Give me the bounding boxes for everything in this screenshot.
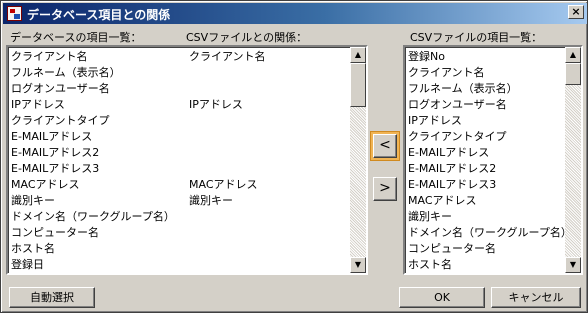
- csv-field-name: ログオンユーザー名: [408, 98, 507, 111]
- csv-field-row[interactable]: 登録No: [407, 49, 565, 65]
- csv-field-name: MACアドレス: [408, 194, 477, 207]
- csv-field-name: E-MAILアドレス3: [408, 178, 497, 191]
- db-field-name: E-MAILアドレス2: [11, 146, 100, 159]
- csv-field-name: ドメイン名（ワークグループ名）: [408, 226, 572, 239]
- scroll-down-button[interactable]: ▼: [350, 257, 366, 273]
- csv-field-name: IPアドレス: [408, 114, 462, 127]
- db-field-name: 登録日: [11, 258, 44, 271]
- csv-field-list[interactable]: 登録No クライアント名フルネーム（表示名） ログオンユーザー名 IPアドレスクライア…: [403, 45, 583, 275]
- db-field-row[interactable]: ホスト名: [10, 241, 350, 257]
- db-field-row[interactable]: E-MAILアドレス2: [10, 145, 350, 161]
- csv-field-row[interactable]: クライアントタイプ: [407, 129, 565, 145]
- move-left-button[interactable]: <: [373, 134, 397, 158]
- db-field-name: E-MAILアドレス3: [11, 162, 100, 175]
- db-field-rows: クライアント名 クライアント名 フルネーム（表示名） ログオンユーザー名 IPアドレス I…: [10, 49, 350, 273]
- db-field-row[interactable]: E-MAILアドレス: [10, 129, 350, 145]
- db-field-name: クライアント名: [11, 50, 88, 63]
- db-field-row[interactable]: IPアドレス IPアドレス: [10, 97, 350, 113]
- csv-field-name: コンピューター名: [408, 242, 496, 255]
- db-field-name: E-MAILアドレス: [11, 130, 93, 143]
- dialog-window: データベース項目との関係 × データベースの項目一覧： CSVファイルとの関係：…: [0, 0, 588, 313]
- csv-field-row[interactable]: フルネーム（表示名）: [407, 81, 565, 97]
- csv-relation-value: MACアドレス: [189, 178, 258, 191]
- csv-field-name: 登録No: [408, 50, 445, 63]
- auto-select-button[interactable]: 自動選択: [9, 287, 95, 308]
- csv-list-label: CSVファイルの項目一覧：: [410, 31, 543, 44]
- csv-field-name: E-MAILアドレス: [408, 146, 490, 159]
- csv-field-name: ホスト名: [408, 258, 452, 271]
- db-field-row[interactable]: 登録日: [10, 257, 350, 273]
- csv-relation-value: クライアント名: [189, 50, 266, 63]
- scroll-up-button[interactable]: ▲: [350, 47, 366, 63]
- scroll-down-button[interactable]: ▼: [565, 257, 581, 273]
- db-list-scrollbar[interactable]: ▲ ▼: [350, 47, 366, 273]
- csv-field-row[interactable]: ログオンユーザー名: [407, 97, 565, 113]
- scroll-thumb[interactable]: [565, 63, 581, 85]
- db-field-row[interactable]: MACアドレス MACアドレス: [10, 177, 350, 193]
- db-field-row[interactable]: クライアントタイプ: [10, 113, 350, 129]
- db-field-row[interactable]: E-MAILアドレス3: [10, 161, 350, 177]
- db-field-name: IPアドレス: [11, 98, 65, 111]
- csv-field-row[interactable]: MACアドレス: [407, 193, 565, 209]
- db-field-name: MACアドレス: [11, 178, 80, 191]
- csv-field-row[interactable]: IPアドレス: [407, 113, 565, 129]
- scroll-up-button[interactable]: ▲: [565, 47, 581, 63]
- csv-field-row[interactable]: E-MAILアドレス3: [407, 177, 565, 193]
- cancel-button[interactable]: キャンセル: [491, 287, 581, 308]
- db-field-row[interactable]: 識別キー 識別キー: [10, 193, 350, 209]
- db-field-name: クライアントタイプ: [11, 114, 110, 127]
- db-field-row[interactable]: クライアント名 クライアント名: [10, 49, 350, 65]
- db-field-row[interactable]: ドメイン名（ワークグループ名）: [10, 209, 350, 225]
- ok-button[interactable]: OK: [399, 287, 485, 308]
- db-field-name: フルネーム（表示名）: [11, 66, 121, 79]
- csv-field-rows: 登録No クライアント名フルネーム（表示名） ログオンユーザー名 IPアドレスクライア…: [407, 49, 572, 273]
- csv-list-scrollbar[interactable]: ▲ ▼: [565, 47, 581, 273]
- window-title: データベース項目との関係: [27, 8, 171, 22]
- csv-field-row[interactable]: クライアント名: [407, 65, 565, 81]
- title-bar[interactable]: データベース項目との関係 ×: [3, 3, 587, 24]
- csv-field-row[interactable]: コンピューター名: [407, 241, 565, 257]
- db-field-name: ログオンユーザー名: [11, 82, 110, 95]
- csv-field-row[interactable]: ドメイン名（ワークグループ名）: [407, 225, 572, 241]
- db-field-name: ドメイン名（ワークグループ名）: [11, 210, 175, 223]
- csv-relation-value: 識別キー: [189, 194, 233, 207]
- move-right-button[interactable]: >: [373, 177, 397, 201]
- db-field-row[interactable]: フルネーム（表示名）: [10, 65, 350, 81]
- csv-field-row[interactable]: E-MAILアドレス: [407, 145, 565, 161]
- csv-field-row[interactable]: ホスト名: [407, 257, 565, 273]
- db-field-name: 識別キー: [11, 194, 55, 207]
- db-field-name: ホスト名: [11, 242, 55, 255]
- csv-field-row[interactable]: E-MAILアドレス2: [407, 161, 565, 177]
- csv-field-name: E-MAILアドレス2: [408, 162, 497, 175]
- db-field-name: コンピューター名: [11, 226, 99, 239]
- db-field-row[interactable]: ログオンユーザー名: [10, 81, 350, 97]
- close-button[interactable]: ×: [568, 5, 584, 19]
- csv-field-row[interactable]: 識別キー: [407, 209, 565, 225]
- csv-relation-value: IPアドレス: [189, 98, 243, 111]
- db-field-list[interactable]: クライアント名 クライアント名 フルネーム（表示名） ログオンユーザー名 IPアドレス I…: [6, 45, 368, 275]
- csv-field-name: 識別キー: [408, 210, 452, 223]
- scroll-thumb[interactable]: [350, 63, 366, 107]
- db-list-label: データベースの項目一覧：: [10, 31, 142, 44]
- csv-field-name: クライアントタイプ: [408, 130, 507, 143]
- csv-field-name: フルネーム（表示名）: [408, 82, 518, 95]
- csv-relation-label: CSVファイルとの関係：: [186, 31, 308, 44]
- db-field-row[interactable]: コンピューター名: [10, 225, 350, 241]
- csv-field-name: クライアント名: [408, 66, 485, 79]
- app-icon: [7, 6, 22, 21]
